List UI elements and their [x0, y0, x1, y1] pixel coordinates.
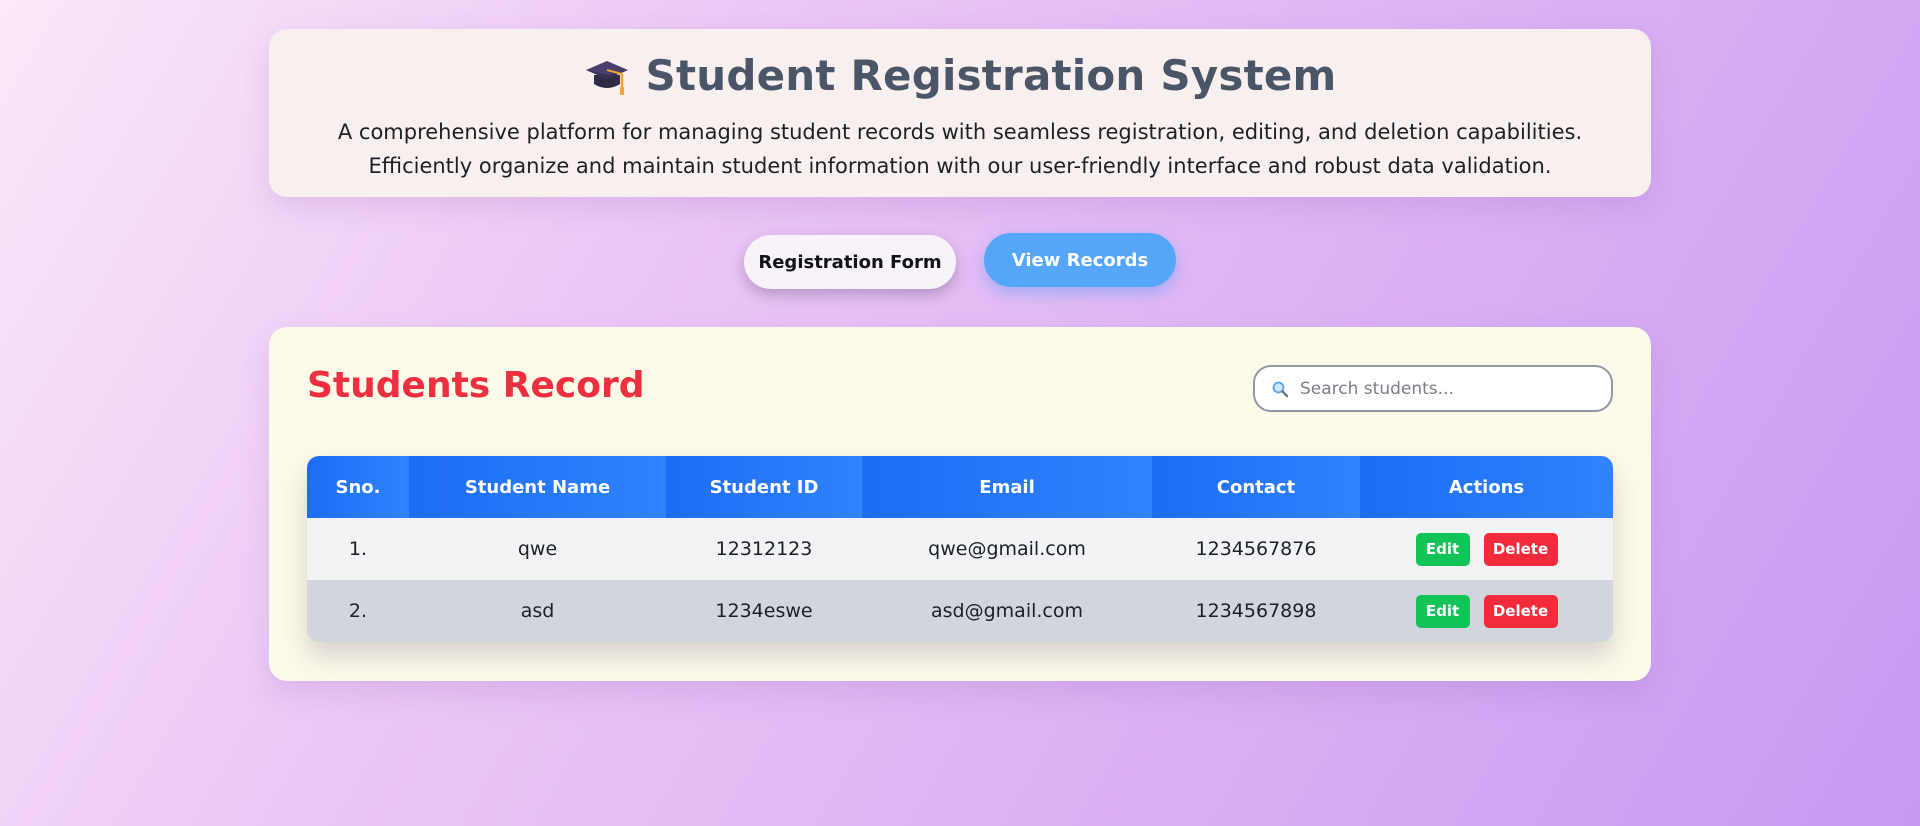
column-header-email: Email [862, 456, 1152, 518]
edit-button[interactable]: Edit [1415, 532, 1470, 566]
cell-actions: Edit Delete [1360, 518, 1613, 580]
records-card: Students Record Sno. Student Name [269, 327, 1651, 681]
records-title: Students Record [307, 365, 645, 406]
header-card: Student Registration System A comprehens… [269, 29, 1651, 197]
graduation-cap-icon [584, 53, 630, 99]
cell-student-id: 12312123 [666, 518, 862, 580]
registration-form-button[interactable]: Registration Form [744, 235, 956, 289]
delete-button[interactable]: Delete [1483, 532, 1558, 566]
delete-button[interactable]: Delete [1483, 594, 1558, 628]
cell-sno: 1. [307, 518, 409, 580]
cell-email: qwe@gmail.com [862, 518, 1152, 580]
cell-student-id: 1234eswe [666, 580, 862, 642]
cell-email: asd@gmail.com [862, 580, 1152, 642]
cell-contact: 1234567898 [1152, 580, 1360, 642]
description-line-1: A comprehensive platform for managing st… [337, 120, 1583, 144]
table-row: 2. asd 1234eswe asd@gmail.com 1234567898… [307, 580, 1613, 642]
title-row: Student Registration System [269, 47, 1651, 105]
students-table: Sno. Student Name Student ID Email Conta… [307, 456, 1613, 642]
column-header-sno: Sno. [307, 456, 409, 518]
column-header-student-name: Student Name [409, 456, 666, 518]
table-row: 1. qwe 12312123 qwe@gmail.com 1234567876… [307, 518, 1613, 580]
cell-contact: 1234567876 [1152, 518, 1360, 580]
column-header-contact: Contact [1152, 456, 1360, 518]
column-header-actions: Actions [1360, 456, 1613, 518]
table-header-row: Sno. Student Name Student ID Email Conta… [307, 456, 1613, 518]
description-line-2: Efficiently organize and maintain studen… [368, 154, 1552, 178]
cell-actions: Edit Delete [1360, 580, 1613, 642]
view-records-button[interactable]: View Records [984, 233, 1176, 287]
page-title: Student Registration System [645, 51, 1337, 100]
page-description: A comprehensive platform for managing st… [269, 115, 1651, 183]
column-header-student-id: Student ID [666, 456, 862, 518]
cell-student-name: asd [409, 580, 666, 642]
search-icon [1271, 380, 1289, 398]
cell-sno: 2. [307, 580, 409, 642]
row-actions: Edit Delete [1360, 594, 1613, 628]
cell-student-name: qwe [409, 518, 666, 580]
search-input[interactable] [1298, 377, 1592, 400]
search-box[interactable] [1253, 365, 1613, 412]
edit-button[interactable]: Edit [1415, 594, 1470, 628]
row-actions: Edit Delete [1360, 532, 1613, 566]
